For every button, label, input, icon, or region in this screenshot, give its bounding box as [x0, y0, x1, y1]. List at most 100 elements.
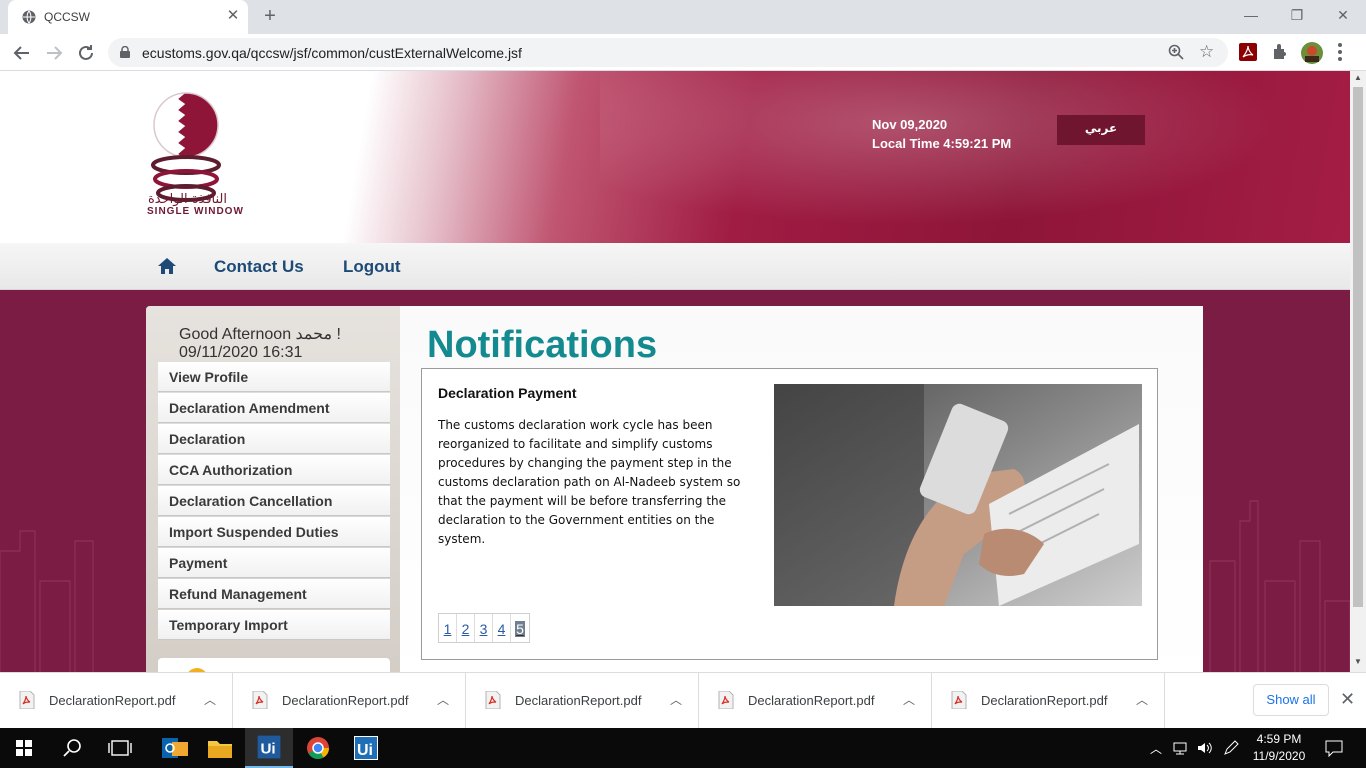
scroll-down-icon[interactable]: ▼	[1354, 657, 1362, 666]
header-local-time: Local Time 4:59:21 PM	[872, 136, 1012, 151]
pdf-file-icon	[19, 691, 35, 709]
logo-english-text: SINGLE WINDOW	[147, 206, 244, 217]
chevron-up-icon[interactable]: ︿	[903, 691, 915, 708]
greeting-text: Good Afternoon محمد !	[179, 326, 341, 343]
tray-chevron-up-icon[interactable]: ︿	[1150, 740, 1162, 757]
greeting-datetime: 09/11/2020 16:31	[179, 344, 303, 361]
bookmark-star-icon[interactable]: ☆	[1199, 43, 1217, 61]
download-item[interactable]: DeclarationReport.pdf ︿	[233, 673, 466, 729]
logo-arabic-text: النافذة الواحدة	[148, 192, 228, 207]
download-filename: DeclarationReport.pdf	[981, 693, 1108, 708]
pdf-file-icon	[718, 691, 734, 709]
svg-text:Ui: Ui	[357, 742, 373, 759]
user-sidebar: Good Afternoon محمد ! 09/11/2020 16:31 V…	[146, 306, 400, 672]
profile-avatar-icon[interactable]	[1300, 41, 1324, 65]
search-icon[interactable]	[48, 728, 96, 768]
download-filename: DeclarationReport.pdf	[49, 693, 176, 708]
sidebar-item-cca-authorization[interactable]: CCA Authorization	[158, 455, 390, 485]
url-text[interactable]: ecustoms.gov.qa/qccsw/jsf/common/custExt…	[142, 45, 522, 61]
page-link-1[interactable]: 1	[439, 614, 457, 642]
notification-card: Declaration Payment The customs declarat…	[421, 368, 1158, 660]
download-item[interactable]: DeclarationReport.pdf ︿	[932, 673, 1165, 729]
arabic-language-button[interactable]: عربي	[1057, 115, 1145, 145]
page-link-3[interactable]: 3	[475, 614, 493, 642]
chevron-up-icon[interactable]: ︿	[204, 691, 216, 708]
contact-us-link[interactable]: Contact Us	[214, 257, 304, 277]
page-link-4[interactable]: 4	[493, 614, 511, 642]
notification-heading: Declaration Payment	[438, 385, 577, 401]
pdf-file-icon	[252, 691, 268, 709]
sidebar-widget	[158, 658, 390, 672]
uipath-studio-active-icon[interactable]: Ui	[245, 728, 293, 768]
browser-toolbar: ecustoms.gov.qa/qccsw/jsf/common/custExt…	[0, 34, 1366, 71]
download-filename: DeclarationReport.pdf	[515, 693, 642, 708]
taskbar-time: 4:59 PM	[1256, 732, 1302, 746]
sidebar-item-refund-management[interactable]: Refund Management	[158, 579, 390, 609]
window-close-icon[interactable]: ✕	[1328, 4, 1358, 26]
logout-link[interactable]: Logout	[343, 257, 401, 277]
browser-tab-strip: QCCSW ✕ + — ❐ ✕	[0, 0, 1366, 34]
chevron-up-icon[interactable]: ︿	[1136, 691, 1148, 708]
notification-center-icon[interactable]	[1324, 739, 1344, 757]
sidebar-item-temporary-import[interactable]: Temporary Import	[158, 610, 390, 640]
forward-arrow-icon[interactable]	[42, 41, 66, 65]
chevron-up-icon[interactable]: ︿	[670, 691, 682, 708]
page-link-2[interactable]: 2	[457, 614, 475, 642]
sidebar-item-view-profile[interactable]: View Profile	[158, 362, 390, 392]
reload-icon[interactable]	[74, 41, 98, 65]
download-item[interactable]: DeclarationReport.pdf ︿	[466, 673, 699, 729]
close-download-shelf-icon[interactable]: ✕	[1340, 689, 1355, 710]
show-all-downloads-button[interactable]: Show all	[1253, 684, 1329, 716]
current-page-label: 5	[515, 621, 525, 637]
page-link-5-current[interactable]: 5	[511, 614, 529, 642]
scrollbar-thumb[interactable]	[1353, 87, 1363, 607]
network-icon[interactable]	[1172, 739, 1190, 757]
page-viewport: النافذة الواحدة SINGLE WINDOW Nov 09,202…	[0, 71, 1350, 672]
home-icon[interactable]	[157, 257, 177, 275]
download-item[interactable]: DeclarationReport.pdf ︿	[699, 673, 932, 729]
pdf-file-icon	[951, 691, 967, 709]
page-scrollbar[interactable]: ▲ ▼	[1350, 71, 1366, 672]
uipath-robot-icon[interactable]: Ui	[342, 728, 390, 768]
address-bar[interactable]: ecustoms.gov.qa/qccsw/jsf/common/custExt…	[108, 38, 1228, 67]
notifications-title: Notifications	[427, 324, 658, 366]
content-panel: Good Afternoon محمد ! 09/11/2020 16:31 V…	[146, 306, 1203, 672]
notifications-section: Notifications Declaration Payment The cu…	[400, 306, 1203, 672]
new-tab-icon[interactable]: +	[260, 6, 280, 26]
taskbar-date: 11/9/2020	[1252, 749, 1306, 763]
zoom-icon[interactable]	[1168, 44, 1184, 60]
sidebar-item-declaration-cancellation[interactable]: Declaration Cancellation	[158, 486, 390, 516]
sidebar-item-import-suspended-duties[interactable]: Import Suspended Duties	[158, 517, 390, 547]
site-header: النافذة الواحدة SINGLE WINDOW Nov 09,202…	[0, 71, 1350, 243]
main-nav: Contact Us Logout	[0, 243, 1350, 290]
notification-image	[774, 384, 1142, 606]
header-date: Nov 09,2020	[872, 117, 948, 132]
menu-dots-icon[interactable]	[1338, 43, 1342, 61]
taskbar-clock[interactable]: 4:59 PM 11/9/2020	[1248, 731, 1310, 765]
scroll-up-icon[interactable]: ▲	[1354, 73, 1362, 82]
volume-icon[interactable]	[1196, 739, 1214, 757]
outlook-icon[interactable]	[150, 728, 198, 768]
chrome-icon[interactable]	[294, 728, 342, 768]
sidebar-item-declaration-amendment[interactable]: Declaration Amendment	[158, 393, 390, 423]
pdf-extension-icon[interactable]	[1238, 42, 1258, 62]
lock-icon[interactable]	[120, 46, 130, 58]
minimize-icon[interactable]: —	[1236, 4, 1266, 26]
svg-text:Ui: Ui	[260, 741, 275, 758]
file-explorer-icon[interactable]	[196, 728, 244, 768]
chevron-up-icon[interactable]: ︿	[437, 691, 449, 708]
download-item[interactable]: DeclarationReport.pdf ︿	[0, 673, 233, 729]
windows-start-icon[interactable]	[0, 728, 48, 768]
extensions-puzzle-icon[interactable]	[1270, 42, 1290, 62]
task-view-icon[interactable]	[96, 728, 144, 768]
tab-close-icon[interactable]: ✕	[224, 7, 242, 25]
download-shelf: DeclarationReport.pdf ︿ DeclarationRepor…	[0, 672, 1366, 729]
back-arrow-icon[interactable]	[10, 41, 34, 65]
pen-icon[interactable]	[1222, 739, 1240, 757]
restore-icon[interactable]: ❐	[1282, 4, 1312, 26]
sidebar-item-payment[interactable]: Payment	[158, 548, 390, 578]
windows-taskbar: Ui Ui ︿ 4:59 PM 11/9/2020	[0, 728, 1366, 768]
sidebar-menu: View Profile Declaration Amendment Decla…	[158, 362, 390, 641]
sidebar-item-declaration[interactable]: Declaration	[158, 424, 390, 454]
browser-tab[interactable]: QCCSW ✕	[8, 0, 248, 34]
